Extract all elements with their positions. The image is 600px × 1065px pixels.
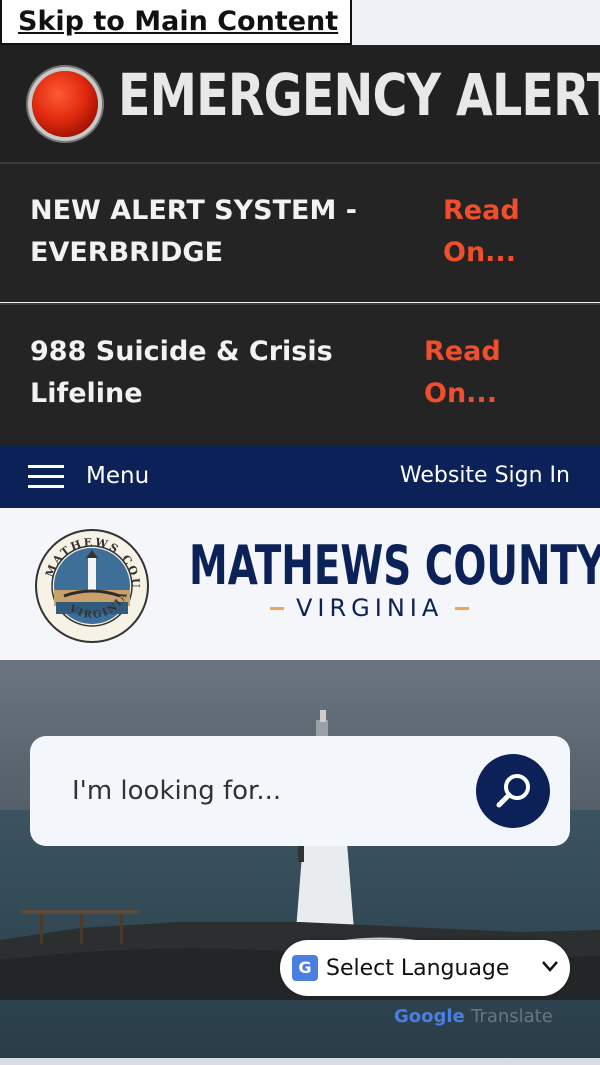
hero-lighthouse-image: G Select Language Google Translate <box>0 660 600 1060</box>
read-on-link[interactable]: Read On... <box>424 331 501 415</box>
skip-bar: Skip to Main Content <box>0 0 600 45</box>
select-language-label: Select Language <box>326 955 510 981</box>
hamburger-menu-icon[interactable] <box>28 465 64 489</box>
chevron-down-icon <box>542 961 558 972</box>
alert-item[interactable]: NEW ALERT SYSTEM - EVERBRIDGE Read On... <box>0 162 600 302</box>
read-on-link[interactable]: Read On... <box>443 190 520 274</box>
emergency-alert-banner: EMERGENCY ALERT <box>0 45 600 162</box>
google-translate-icon: G <box>292 955 318 981</box>
main-navbar: Menu Website Sign In <box>0 445 600 508</box>
site-header: MATHEWS COUNTY VIRGINIA MATHEWS COUNTY V… <box>0 508 600 660</box>
powered-by-google[interactable]: Google Translate <box>394 1006 553 1027</box>
skip-to-main-link[interactable]: Skip to Main Content <box>0 0 352 45</box>
search-icon <box>496 774 530 808</box>
menu-button[interactable]: Menu <box>86 463 149 489</box>
emergency-alert-title: EMERGENCY ALERT <box>118 61 600 129</box>
alert-item-text[interactable]: 988 Suicide & Crisis Lifeline <box>30 331 333 415</box>
alert-item-text[interactable]: NEW ALERT SYSTEM - EVERBRIDGE <box>30 190 357 274</box>
state-name: VIRGINIA <box>296 594 444 622</box>
search-button[interactable] <box>476 754 550 828</box>
state-dash-right <box>455 606 470 610</box>
alert-item[interactable]: 988 Suicide & Crisis Lifeline Read On... <box>0 303 600 445</box>
state-dash-left <box>270 606 284 610</box>
county-name: MATHEWS COUNTY <box>189 534 600 597</box>
site-search-box <box>30 736 570 846</box>
search-input[interactable] <box>70 766 454 816</box>
content-strip <box>0 1058 600 1065</box>
county-seal-logo[interactable]: MATHEWS COUNTY VIRGINIA <box>34 528 150 644</box>
language-select[interactable]: G Select Language <box>280 940 570 996</box>
lighthouse-scene-graphic <box>0 710 600 1000</box>
state-row: VIRGINIA <box>270 594 470 622</box>
website-sign-in-link[interactable]: Website Sign In <box>400 463 570 488</box>
alert-beacon-icon <box>32 71 98 137</box>
